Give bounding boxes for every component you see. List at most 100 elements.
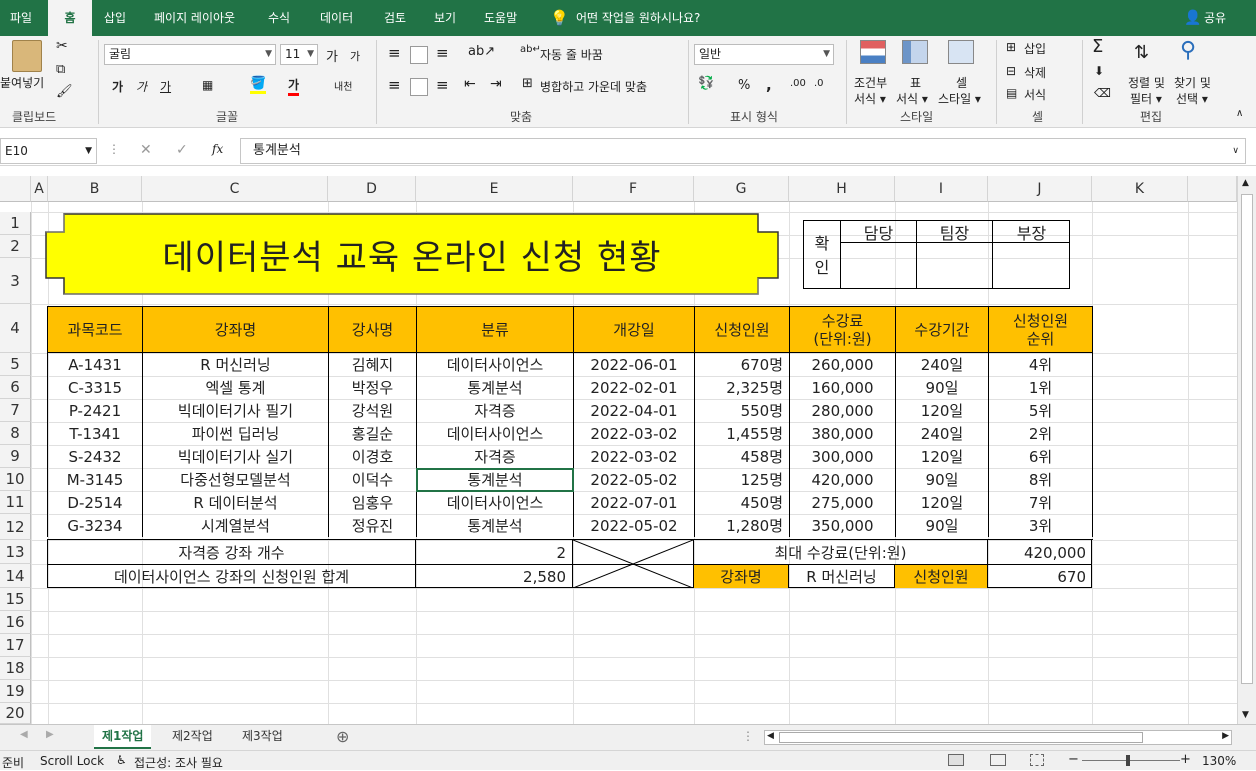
cell-course-code[interactable]: G-3234 [47, 514, 143, 537]
column-header-g[interactable]: G [694, 176, 789, 202]
conditional-format-button[interactable]: 조건부 [854, 74, 887, 91]
cell-course-name[interactable]: 다중선형모델분석 [142, 468, 329, 491]
table-format-menu[interactable]: 서식 ▾ [896, 90, 928, 107]
cell-rank[interactable]: 4위 [988, 353, 1093, 376]
decrease-decimal-icon[interactable]: .0 [814, 78, 824, 89]
increase-decimal-icon[interactable]: .00 [790, 78, 806, 89]
conditional-format-icon[interactable] [860, 40, 886, 64]
cell-course-name[interactable]: R 데이터분석 [142, 491, 329, 514]
cell-applicants[interactable]: 450명 [694, 491, 790, 514]
percent-button[interactable]: % [738, 78, 750, 93]
tab-insert[interactable]: 삽입 [104, 0, 126, 36]
scroll-left-icon[interactable]: ◀ [767, 731, 774, 741]
cell-rank[interactable]: 5위 [988, 399, 1093, 422]
column-header-e[interactable]: E [416, 176, 573, 202]
sheet-tab-2[interactable]: 제2작업 [164, 725, 221, 749]
row-header-7[interactable]: 7 [0, 399, 31, 422]
cell-rank[interactable]: 3위 [988, 514, 1093, 537]
cell-category[interactable]: 통계분석 [416, 514, 574, 537]
merge-center-button[interactable]: 병합하고 가운데 맞춤 [540, 78, 647, 95]
name-box[interactable]: E10 ▼ [0, 138, 97, 164]
row-header-8[interactable]: 8 [0, 422, 31, 445]
cell-start-date[interactable]: 2022-04-01 [573, 399, 695, 422]
cell-course-code[interactable]: D-2514 [47, 491, 143, 514]
align-right-icon[interactable]: ≡ [436, 76, 449, 94]
phonetic-button[interactable]: 내천 [334, 78, 352, 93]
cell-course-code[interactable]: M-3145 [47, 468, 143, 491]
cell-course-code[interactable]: T-1341 [47, 422, 143, 445]
cell-applicants[interactable]: 458명 [694, 445, 790, 468]
course-name-input[interactable]: R 머신러닝 [789, 565, 894, 588]
cell-rank[interactable]: 2위 [988, 422, 1093, 445]
cell-course-code[interactable]: S-2432 [47, 445, 143, 468]
cell-fee[interactable]: 280,000 [789, 399, 896, 422]
normal-view-icon[interactable] [948, 754, 964, 766]
cell-start-date[interactable]: 2022-05-02 [573, 514, 695, 537]
accounting-format-icon[interactable]: 💱 [698, 76, 714, 91]
tell-me-search[interactable]: 어떤 작업을 원하시나요? [576, 0, 700, 36]
tab-data[interactable]: 데이터 [320, 0, 353, 36]
font-color-button[interactable]: 가 [288, 76, 300, 96]
row-header-13[interactable]: 13 [0, 540, 31, 564]
column-header-a[interactable]: A [31, 176, 48, 202]
row-header-20[interactable]: 20 [0, 703, 31, 724]
find-select-button[interactable]: 찾기 및 [1174, 74, 1211, 91]
insert-function-button[interactable]: fx [212, 142, 223, 156]
fill-color-icon[interactable]: 🪣 [250, 76, 267, 94]
font-name-select[interactable]: 굴림 ▼ [104, 44, 276, 65]
cell-style-button[interactable]: 셀 [956, 74, 967, 91]
cell-category[interactable]: 통계분석 [416, 376, 574, 399]
row-header-1[interactable]: 1 [0, 212, 31, 235]
cell-instructor[interactable]: 이경호 [328, 445, 417, 468]
cell-category[interactable]: 자격증 [416, 445, 574, 468]
row-header-18[interactable]: 18 [0, 657, 31, 680]
tab-review[interactable]: 검토 [384, 0, 406, 36]
cell-applicants[interactable]: 125명 [694, 468, 790, 491]
zoom-slider-thumb[interactable] [1126, 755, 1130, 766]
scroll-right-icon[interactable]: ▶ [1222, 731, 1229, 741]
cell-instructor[interactable]: 홍길순 [328, 422, 417, 445]
row-header-4[interactable]: 4 [0, 304, 31, 353]
cell-applicants[interactable]: 670명 [694, 353, 790, 376]
insert-cells-button[interactable]: 삽입 [1024, 40, 1046, 57]
grow-font-button[interactable]: 가 [326, 46, 338, 65]
cell-rank[interactable]: 1위 [988, 376, 1093, 399]
table-format-button[interactable]: 표 [910, 74, 921, 91]
column-header-c[interactable]: C [142, 176, 328, 202]
conditional-format-menu[interactable]: 서식 ▾ [854, 90, 886, 107]
tab-home[interactable]: 홈 [48, 0, 92, 36]
cell-duration[interactable]: 90일 [895, 468, 989, 491]
prev-sheet-icon[interactable]: ◀ [20, 729, 28, 740]
cell-duration[interactable]: 90일 [895, 514, 989, 537]
cell-course-code[interactable]: A-1431 [47, 353, 143, 376]
cell-applicants[interactable]: 2,325명 [694, 376, 790, 399]
cell-instructor[interactable]: 정유진 [328, 514, 417, 537]
number-format-select[interactable]: 일반 ▼ [694, 44, 834, 65]
cell-applicants[interactable]: 1,455명 [694, 422, 790, 445]
copy-icon[interactable]: ⧉ [56, 62, 65, 77]
scroll-down-icon[interactable]: ▼ [1242, 710, 1249, 720]
cell-instructor[interactable]: 이덕수 [328, 468, 417, 491]
sheet-tab-3[interactable]: 제3작업 [234, 725, 291, 749]
cell-course-name[interactable]: 빅데이터기사 필기 [142, 399, 329, 422]
cell-duration[interactable]: 240일 [895, 353, 989, 376]
find-select-menu[interactable]: 선택 ▾ [1176, 90, 1208, 107]
cell-fee[interactable]: 380,000 [789, 422, 896, 445]
cell-category[interactable]: 통계분석 [416, 468, 574, 491]
column-header-k[interactable]: K [1092, 176, 1188, 202]
zoom-level[interactable]: 130% [1202, 754, 1236, 768]
cell-start-date[interactable]: 2022-07-01 [573, 491, 695, 514]
format-cells-button[interactable]: 서식 [1024, 86, 1046, 103]
cell-instructor[interactable]: 김혜지 [328, 353, 417, 376]
cell-course-code[interactable]: C-3315 [47, 376, 143, 399]
cell-instructor[interactable]: 강석원 [328, 399, 417, 422]
cancel-icon[interactable]: ✕ [140, 142, 152, 158]
column-header-f[interactable]: F [573, 176, 694, 202]
cell-fee[interactable]: 420,000 [789, 468, 896, 491]
cell-category[interactable]: 데이터사이언스 [416, 353, 574, 376]
cell-instructor[interactable]: 임홍우 [328, 491, 417, 514]
paste-button[interactable]: 붙여넣기 [0, 74, 44, 91]
cell-duration[interactable]: 90일 [895, 376, 989, 399]
status-accessibility[interactable]: 접근성: 조사 필요 [134, 754, 223, 771]
column-header-b[interactable]: B [48, 176, 142, 202]
